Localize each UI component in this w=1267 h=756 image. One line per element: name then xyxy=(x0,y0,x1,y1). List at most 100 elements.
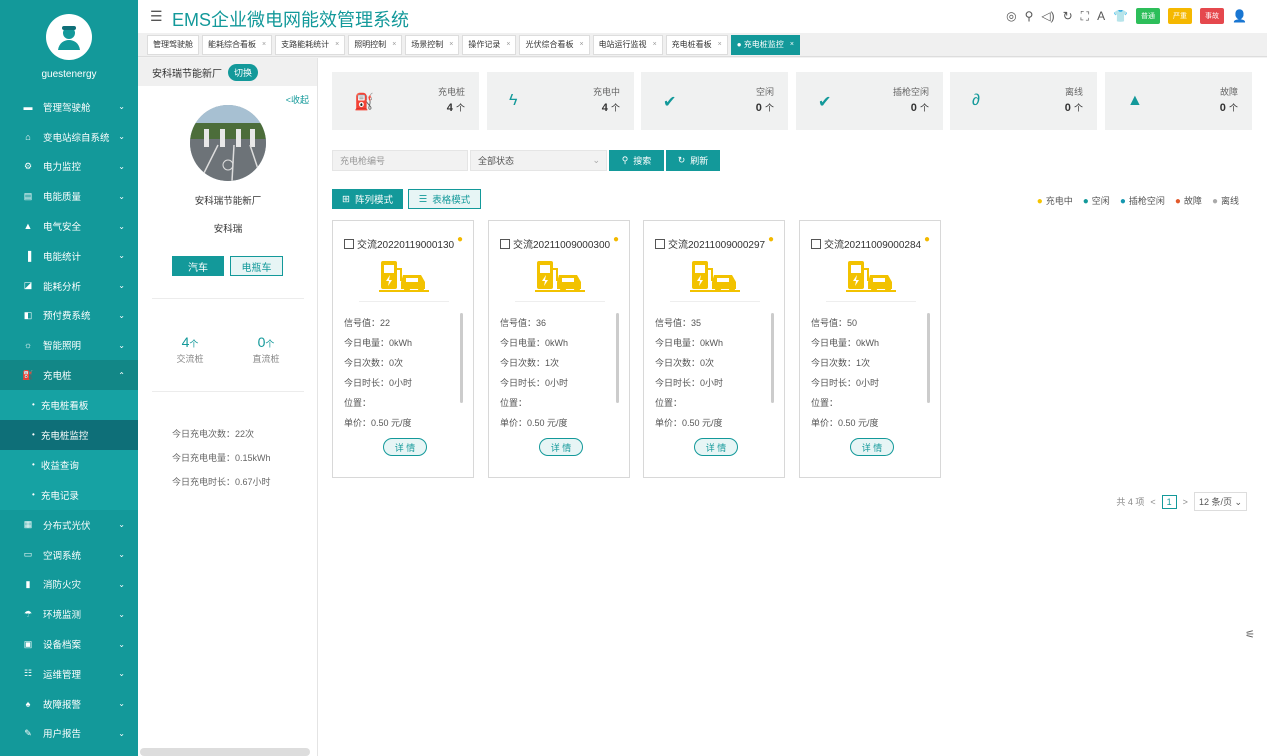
car-button[interactable]: 汽车 xyxy=(172,256,224,276)
switch-button[interactable]: 切换 xyxy=(228,63,259,81)
bulb-icon: ☼ xyxy=(23,340,33,351)
sidebar-item[interactable]: ▣ 设备档案 ⌄ xyxy=(0,629,138,659)
close-icon[interactable]: × xyxy=(653,41,657,48)
charging-station-icon xyxy=(690,261,740,292)
alarm-level-badge[interactable]: 普通 xyxy=(1136,8,1161,24)
status-select[interactable]: 全部状态 ⌄ xyxy=(470,150,607,171)
page-tab[interactable]: 支路能耗统计 × xyxy=(275,34,346,55)
sidebar-item[interactable]: ◪ 能耗分析 ⌄ xyxy=(0,271,138,301)
page-tab[interactable]: 电站运行监视 × xyxy=(592,34,663,55)
search-icon[interactable]: ⚲ xyxy=(1025,9,1034,23)
page-tab[interactable]: 光伏综合看板 × xyxy=(519,34,590,55)
close-icon[interactable]: × xyxy=(506,41,510,48)
detail-button[interactable]: 详 情 xyxy=(850,438,894,456)
detail-button[interactable]: 详 情 xyxy=(694,438,738,456)
sidebar-item[interactable]: ⛽ 充电桩 ⌃ xyxy=(0,360,138,390)
page-tab[interactable]: 操作记录 × xyxy=(462,34,517,55)
chevron-down-icon: ⌄ xyxy=(118,281,125,291)
detail-button[interactable]: 详 情 xyxy=(383,438,427,456)
charger-image xyxy=(690,259,740,296)
page-size-select[interactable]: 12 条/页 ⌄ xyxy=(1193,492,1247,511)
grid-mode-button[interactable]: ⊞ 阵列模式 xyxy=(332,189,403,209)
sidebar-item[interactable]: ▮ 消防火灾 ⌄ xyxy=(0,570,138,600)
card-checkbox[interactable]: 交流20220119000130 xyxy=(344,236,454,251)
close-icon[interactable]: × xyxy=(790,41,794,48)
sidebar-item[interactable]: ▐ 电能统计 ⌄ xyxy=(0,241,138,271)
sidebar-item[interactable]: ☷ 运维管理 ⌄ xyxy=(0,659,138,689)
table-mode-button[interactable]: ☰ 表格模式 xyxy=(408,189,481,209)
menu-toggle-icon[interactable]: ☰ xyxy=(150,8,163,25)
sidebar-subitem[interactable]: • 充电桩看板 xyxy=(0,389,138,420)
dc-unit: 个 xyxy=(265,339,275,349)
sidebar-item[interactable]: ▦ 分布式光伏 ⌄ xyxy=(0,510,138,540)
sidebar-item[interactable]: ▤ 电能质量 ⌄ xyxy=(0,181,138,211)
prev-page-icon[interactable]: < xyxy=(1150,497,1155,507)
page-tab[interactable]: 管理驾驶舱 xyxy=(147,34,199,55)
sidebar-item[interactable]: ▲ 电气安全 ⌄ xyxy=(0,211,138,241)
sidebar-item[interactable]: ✎ 用户报告 ⌄ xyxy=(0,719,138,749)
card-scrollbar[interactable] xyxy=(616,313,619,403)
pile-id-input[interactable]: 充电枪编号 xyxy=(332,150,468,171)
refresh-button[interactable]: ↻ 刷新 xyxy=(666,150,720,171)
alarm-level-badge[interactable]: 事故 xyxy=(1200,8,1225,24)
sidebar-item[interactable]: ☂ 环境监测 ⌄ xyxy=(0,599,138,629)
settings-sliders-icon[interactable]: ⚟ xyxy=(1245,628,1255,641)
sidebar-item-label: 环境监测 xyxy=(43,610,82,622)
chevron-down-icon: ⌄ xyxy=(118,221,125,231)
card-checkbox[interactable]: 交流20211009000297 xyxy=(655,236,765,251)
chevron-down-icon: ⌄ xyxy=(118,102,125,112)
page-tab[interactable]: 充电桩看板 × xyxy=(665,34,728,55)
close-icon[interactable]: × xyxy=(392,41,396,48)
horizontal-scrollbar[interactable] xyxy=(140,748,310,756)
page-tab[interactable]: 场景控制 × xyxy=(405,34,460,55)
avatar[interactable] xyxy=(46,14,92,60)
fullscreen-icon[interactable]: ⛶ xyxy=(1081,9,1089,24)
close-icon[interactable]: × xyxy=(335,41,339,48)
page-tab[interactable]: 照明控制 × xyxy=(348,34,403,55)
next-page-icon[interactable]: > xyxy=(1183,497,1188,507)
sidebar-item-label: 能耗分析 xyxy=(43,281,82,293)
tab-bar: 管理驾驶舱 能耗综合看板 × 支路能耗统计 × 照明控制 × 场景控制 × 操作… xyxy=(138,33,1267,57)
page-number[interactable]: 1 xyxy=(1161,494,1177,509)
sidebar-subitem[interactable]: • 充电桩监控 xyxy=(0,419,138,450)
legend-item: ● 故障 xyxy=(1175,194,1202,207)
user-icon[interactable]: 👤 xyxy=(1232,9,1247,23)
card-scrollbar[interactable] xyxy=(927,313,930,403)
collapse-button[interactable]: <收起 xyxy=(286,93,309,106)
divider xyxy=(826,301,916,302)
detail-button[interactable]: 详 情 xyxy=(539,438,583,456)
help-icon[interactable]: ◎ xyxy=(1006,9,1016,23)
card-checkbox[interactable]: 交流20211009000300 xyxy=(500,236,610,251)
sidebar-item[interactable]: ☼ 智能照明 ⌄ xyxy=(0,330,138,360)
top-bar: ☰ EMS企业微电网能效管理系统 ◎ ⚲ ◁) ↻ ⛶ A 👕 普通 严重 事故 👤 xyxy=(138,0,1267,33)
sidebar-item[interactable]: ⚙ 电力监控 ⌄ xyxy=(0,152,138,182)
page-tab[interactable]: 能耗综合看板 × xyxy=(202,34,273,55)
sidebar-item[interactable]: ◧ 预付费系统 ⌄ xyxy=(0,301,138,331)
alarm-level-badge[interactable]: 严重 xyxy=(1168,8,1193,24)
close-icon[interactable]: × xyxy=(262,41,266,48)
sidebar-item[interactable]: ▭ 空调系统 ⌄ xyxy=(0,540,138,570)
close-icon[interactable]: × xyxy=(449,41,453,48)
signal-value: 信号值：35 xyxy=(655,318,702,328)
card-scrollbar[interactable] xyxy=(460,313,463,403)
sidebar-item[interactable]: ⌂ 变电站综自系统 ⌄ xyxy=(0,122,138,152)
chevron-up-icon: ⌃ xyxy=(118,370,125,380)
card-checkbox[interactable]: 交流20211009000284 xyxy=(811,236,921,251)
sidebar-item[interactable]: ▬ 管理驾驶舱 ⌄ xyxy=(0,92,138,122)
close-icon[interactable]: × xyxy=(579,41,583,48)
volume-icon[interactable]: ◁) xyxy=(1041,9,1054,23)
sidebar-subitem[interactable]: • 充电记录 xyxy=(0,479,138,510)
stat-label: 插枪空闲 xyxy=(892,87,929,97)
charger-info: 信号值：35 今日电量：0kWh 今日次数：0次 今日时长：0小时 位置： 单价… xyxy=(655,313,723,433)
sidebar-item[interactable]: ♠ 故障报警 ⌄ xyxy=(0,689,138,719)
page-tab[interactable]: ● 充电桩监控 × xyxy=(730,34,800,55)
refresh-icon[interactable]: ↻ xyxy=(1063,9,1073,23)
today-times: 今日次数：1次 xyxy=(811,358,871,368)
sidebar-subitem[interactable]: • 收益查询 xyxy=(0,449,138,480)
search-button[interactable]: ⚲ 搜索 xyxy=(609,150,664,171)
ebike-button[interactable]: 电瓶车 xyxy=(230,256,283,276)
font-size-icon[interactable]: A xyxy=(1097,9,1105,23)
card-scrollbar[interactable] xyxy=(771,313,774,403)
theme-icon[interactable]: 👕 xyxy=(1113,9,1128,23)
close-icon[interactable]: × xyxy=(718,41,722,48)
